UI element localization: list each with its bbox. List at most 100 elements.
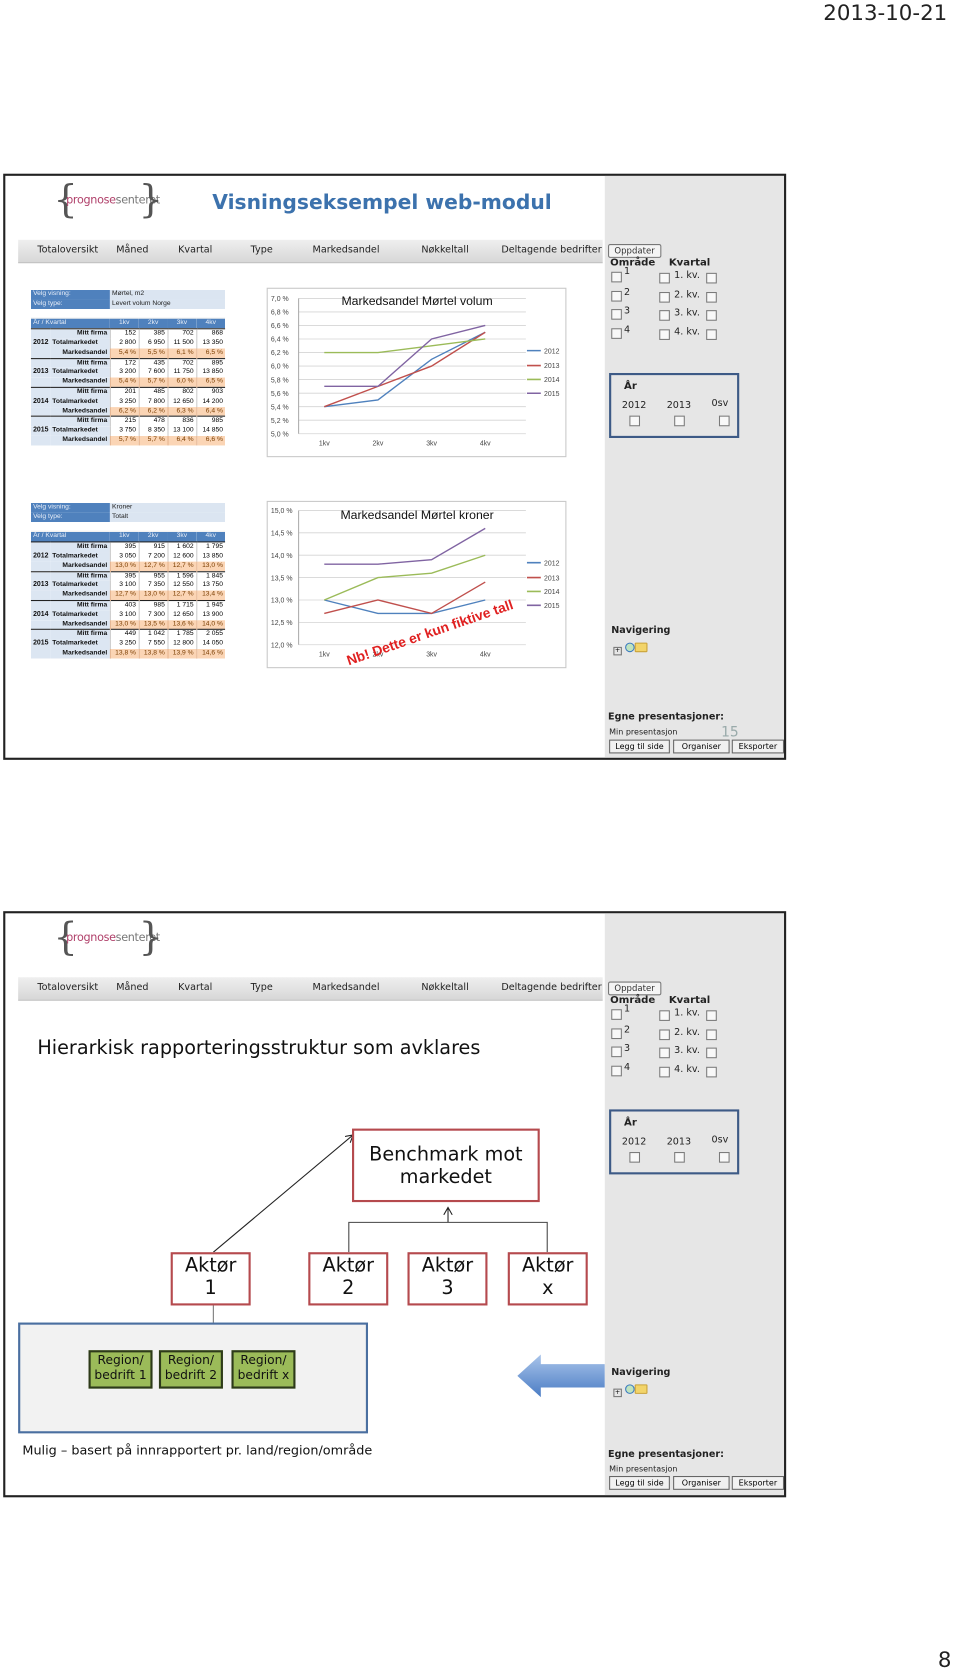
my-presentation-item[interactable]: Min presentasjon bbox=[609, 727, 677, 737]
chart-title: Markedsandel Mørtel kroner bbox=[340, 508, 493, 522]
value-cell: 2 055 bbox=[195, 629, 226, 640]
quarter-checkbox-2[interactable] bbox=[706, 1029, 717, 1041]
add-page-button[interactable]: Legg til side bbox=[609, 1475, 670, 1490]
year-checkbox-0sv[interactable] bbox=[718, 415, 730, 427]
chart-volume: 5,0 % 5,2 % 5,4 % 5,6 % 5,8 % 6,0 % 6,2 % 6,4 %… bbox=[266, 287, 567, 458]
update-button[interactable]: Oppdater bbox=[608, 244, 662, 258]
x-tick-label: 1kv bbox=[319, 651, 330, 658]
quarter-checkbox-left-3[interactable] bbox=[659, 310, 670, 321]
row-label: Totalmarkedet bbox=[50, 338, 110, 349]
area-option-label: 2 bbox=[624, 287, 631, 299]
view-value[interactable]: Mørtel, m2 bbox=[109, 289, 226, 300]
y-tick-label: 5,0 % bbox=[271, 431, 289, 438]
year-checkbox-2013[interactable] bbox=[674, 415, 685, 427]
value-cell: 6,2 % bbox=[109, 406, 139, 417]
year-cell: 2015 bbox=[30, 639, 51, 649]
area-checkbox-4[interactable] bbox=[611, 1065, 622, 1077]
expand-icon[interactable]: + bbox=[613, 1388, 622, 1398]
area-checkbox-4[interactable] bbox=[611, 328, 622, 339]
area-label: Område bbox=[610, 994, 656, 1007]
view-value[interactable]: Kroner bbox=[109, 503, 226, 513]
value-cell: 13 750 bbox=[195, 581, 226, 591]
row-label: Markedsandel bbox=[50, 435, 110, 446]
quarter-checkbox-1[interactable] bbox=[706, 1010, 717, 1021]
folder-icon[interactable] bbox=[634, 642, 648, 653]
table-row: Mitt firma 215 478 836 985 bbox=[30, 415, 226, 427]
nav-item-type[interactable]: Type bbox=[251, 245, 273, 256]
expand-icon[interactable]: + bbox=[613, 646, 622, 656]
year-checkbox-2012[interactable] bbox=[629, 415, 641, 427]
value-cell: 7 550 bbox=[138, 639, 168, 649]
nav-item-måned[interactable]: Måned bbox=[116, 245, 148, 256]
table-row: Markedsandel 13,0 % 12,7 % 12,7 % 13,0 % bbox=[30, 561, 226, 572]
type-value[interactable]: Totalt bbox=[109, 512, 226, 522]
year-checkbox-2013[interactable] bbox=[674, 1152, 685, 1163]
value-cell: 14,0 % bbox=[195, 619, 226, 630]
value-cell: 1 042 bbox=[138, 629, 168, 640]
update-button[interactable]: Oppdater bbox=[608, 981, 662, 996]
type-value[interactable]: Levert volum Norge bbox=[109, 299, 226, 309]
quarter-checkbox-4[interactable] bbox=[706, 1066, 717, 1078]
quarter-checkbox-left-4[interactable] bbox=[659, 1066, 670, 1078]
navigation-heading: Navigering bbox=[611, 625, 671, 637]
value-cell: 915 bbox=[138, 541, 168, 553]
value-cell: 7 200 bbox=[138, 552, 168, 562]
quarter-checkbox-left-3[interactable] bbox=[659, 1047, 670, 1059]
folder-icon[interactable] bbox=[634, 1384, 648, 1394]
year-label: År bbox=[624, 380, 637, 393]
area-checkbox-2[interactable] bbox=[611, 1028, 622, 1040]
series-line-2015 bbox=[324, 527, 486, 565]
quarter-checkbox-4[interactable] bbox=[706, 329, 717, 340]
quarter-checkbox-left-4[interactable] bbox=[659, 329, 670, 340]
series-line-2013 bbox=[324, 581, 486, 615]
nav-item-deltagende-bedrifter[interactable]: Deltagende bedrifter bbox=[501, 245, 601, 256]
quarter-checkbox-3[interactable] bbox=[706, 1047, 717, 1059]
column-header: 2kv bbox=[138, 318, 168, 329]
quarter-checkbox-1[interactable] bbox=[706, 272, 717, 284]
year-checkbox-0sv[interactable] bbox=[718, 1152, 730, 1163]
quarter-checkbox-left-1[interactable] bbox=[659, 272, 670, 284]
view-row: Velg visning: Mørtel, m2 bbox=[30, 289, 226, 300]
area-checkbox-3[interactable] bbox=[611, 1046, 622, 1058]
value-cell: 449 bbox=[109, 629, 139, 640]
value-cell: 13 100 bbox=[166, 426, 197, 436]
value-cell: 13 850 bbox=[195, 552, 226, 562]
value-cell: 6,5 % bbox=[195, 348, 226, 359]
organize-button[interactable]: Organiser bbox=[673, 1475, 730, 1490]
export-button[interactable]: Eksporter bbox=[731, 739, 785, 754]
row-label: Mitt firma bbox=[50, 541, 110, 553]
nav-item-markedsandel[interactable]: Markedsandel bbox=[313, 245, 380, 256]
value-cell: 6 950 bbox=[138, 338, 168, 349]
year-cell bbox=[30, 590, 51, 601]
x-tick-label: 1kv bbox=[319, 440, 330, 447]
year-cell bbox=[30, 629, 51, 640]
nav-item-totaloversikt[interactable]: Totaloversikt bbox=[37, 245, 98, 256]
add-page-button[interactable]: Legg til side bbox=[609, 739, 670, 754]
row-label: Mitt firma bbox=[50, 599, 110, 611]
area-checkbox-3[interactable] bbox=[611, 309, 622, 320]
year-filter-box: År 2012 2013 0sv bbox=[609, 372, 740, 439]
quarter-checkbox-left-2[interactable] bbox=[659, 1029, 670, 1041]
area-checkbox-1[interactable] bbox=[611, 271, 622, 283]
nav-item-nøkkeltall[interactable]: Nøkkeltall bbox=[421, 245, 468, 256]
type-label: Velg type: bbox=[30, 299, 110, 309]
series-line-2013 bbox=[324, 331, 486, 408]
row-label: Markedsandel bbox=[50, 619, 110, 630]
nav-item-kvartal[interactable]: Kvartal bbox=[178, 245, 212, 256]
table-row: Mitt firma 201 485 802 903 bbox=[30, 386, 226, 398]
quarter-checkbox-2[interactable] bbox=[706, 292, 717, 303]
area-checkbox-1[interactable] bbox=[611, 1009, 622, 1020]
value-cell: 13,9 % bbox=[166, 648, 197, 659]
navigation-tree[interactable]: + bbox=[613, 642, 648, 656]
navigation-tree[interactable]: + bbox=[613, 1384, 648, 1398]
area-checkbox-2[interactable] bbox=[611, 290, 622, 302]
quarter-checkbox-3[interactable] bbox=[706, 310, 717, 321]
my-presentation-item[interactable]: Min presentasjon bbox=[609, 1464, 677, 1474]
export-button[interactable]: Eksporter bbox=[731, 1475, 785, 1490]
organize-button[interactable]: Organiser bbox=[673, 739, 730, 754]
quarter-checkbox-left-1[interactable] bbox=[659, 1010, 670, 1021]
y-tick-label: 6,0 % bbox=[271, 364, 289, 371]
table-row: 2013 Totalmarkedet 3 100 7 350 12 550 13 750 bbox=[30, 581, 226, 591]
year-checkbox-2012[interactable] bbox=[629, 1152, 641, 1163]
quarter-checkbox-left-2[interactable] bbox=[659, 292, 670, 303]
